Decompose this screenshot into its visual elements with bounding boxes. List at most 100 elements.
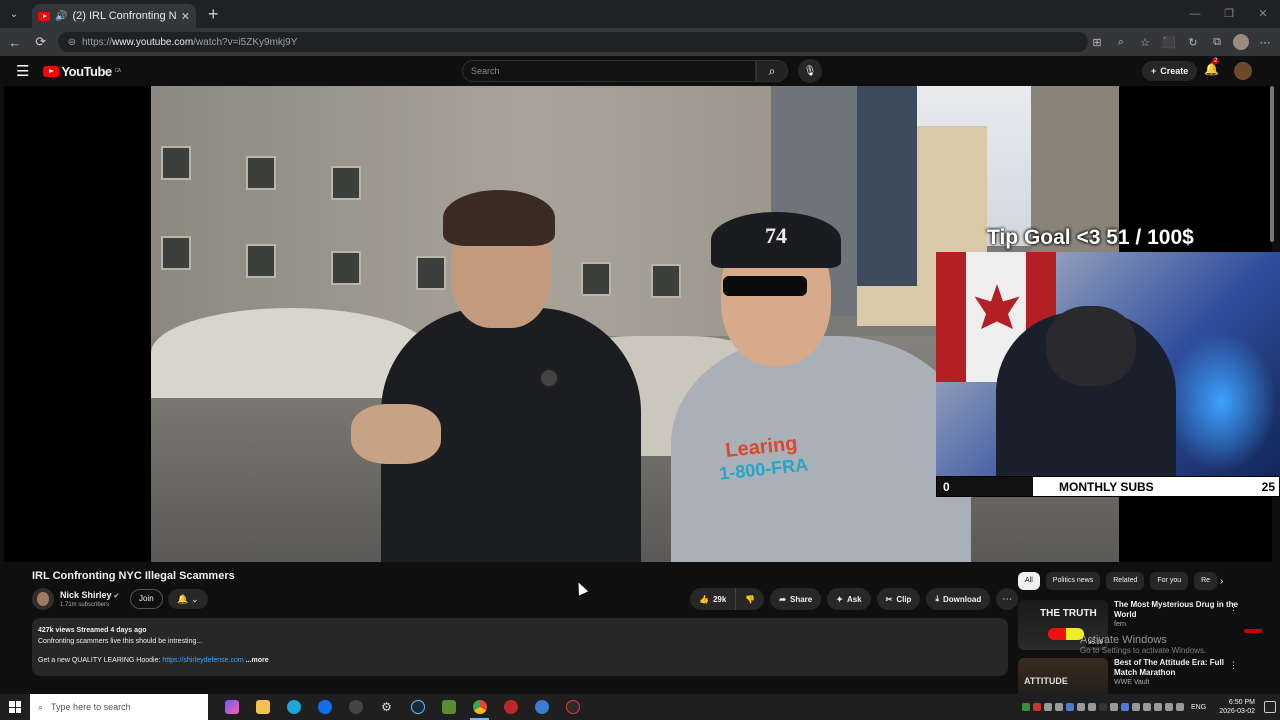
tray-icon[interactable]	[1143, 703, 1152, 711]
tray-icon[interactable]	[1132, 703, 1141, 711]
minimize-button[interactable]: —	[1178, 0, 1212, 28]
notification-center-icon[interactable]	[1264, 701, 1276, 713]
browser-menu-icon[interactable]: ⋯	[1256, 33, 1274, 51]
close-window-button[interactable]: ✕	[1246, 0, 1280, 28]
guide-menu-icon[interactable]: ☰	[16, 62, 29, 80]
address-toolbar: ← ⟳ ⊜ https://www.youtube.com/watch?v=i5…	[0, 28, 1280, 56]
media-app-icon[interactable]	[340, 694, 371, 720]
site-info-icon[interactable]: ⊜	[68, 37, 76, 48]
channel-name[interactable]: Nick Shirley ✔	[60, 590, 119, 600]
tray-icon[interactable]	[1066, 703, 1075, 711]
chip-for-you[interactable]: For you	[1150, 572, 1189, 590]
maple-leaf-icon	[974, 284, 1020, 329]
start-button[interactable]	[0, 701, 30, 713]
like-count: 29k	[712, 594, 727, 604]
chip-all[interactable]: All	[1018, 572, 1040, 590]
teamviewer-icon[interactable]	[309, 694, 340, 720]
search-icon: ⌕	[768, 63, 776, 78]
recommendation-title[interactable]: The Most Mysterious Drug in the World	[1114, 600, 1248, 620]
network-icon[interactable]	[1165, 703, 1174, 711]
app-blue-icon[interactable]	[526, 694, 557, 720]
windows-logo-icon	[9, 701, 21, 713]
tray-icon[interactable]	[1022, 703, 1031, 711]
settings-gear-icon[interactable]: ⚙	[371, 694, 402, 720]
tray-icon[interactable]	[1077, 703, 1086, 711]
tab-title: (2) IRL Confronting NYC Illegal Scammers	[72, 10, 176, 22]
file-explorer-icon[interactable]	[247, 694, 278, 720]
tray-icon[interactable]	[1088, 703, 1097, 711]
description-box[interactable]: 427k views Streamed 4 days ago Confronti…	[32, 618, 1008, 676]
microphone-icon: 🎙	[803, 65, 817, 77]
minecraft-icon[interactable]	[433, 694, 464, 720]
chip-politics-news[interactable]: Politics news	[1045, 572, 1101, 590]
description-link[interactable]: https://shirleydefense.com	[162, 657, 243, 664]
chip-related[interactable]: Related	[1106, 572, 1145, 590]
app-red-icon[interactable]	[495, 694, 526, 720]
dislike-button[interactable]: 👎	[735, 588, 764, 610]
extensions-puzzle-icon[interactable]: ⧉	[1208, 33, 1226, 51]
voice-search-button[interactable]: 🎙	[798, 59, 822, 83]
tab-close-icon[interactable]: ✕	[181, 10, 190, 23]
back-button[interactable]: ←	[4, 35, 26, 50]
download-button[interactable]: ⤓ Download	[926, 588, 991, 610]
app-available-icon[interactable]: ⊞	[1088, 33, 1106, 51]
extension-icon[interactable]: ⬛	[1160, 33, 1178, 51]
speaker-icon[interactable]: 🔊	[55, 11, 67, 22]
show-more-button[interactable]: ...more	[246, 657, 269, 664]
search-input[interactable]: Search	[462, 60, 756, 82]
volume-icon[interactable]	[1176, 703, 1185, 711]
more-options-icon[interactable]: ⋮	[1229, 602, 1238, 613]
language-indicator[interactable]: ENG	[1191, 704, 1206, 711]
tab-list-button[interactable]: ⌄	[4, 4, 24, 24]
steam-icon[interactable]	[402, 694, 433, 720]
create-button[interactable]: + Create	[1142, 61, 1198, 81]
chip-recently[interactable]: Re	[1194, 572, 1218, 590]
video-title: IRL Confronting NYC Illegal Scammers	[32, 570, 235, 582]
tray-icon[interactable]	[1154, 703, 1163, 711]
edge-browser-icon[interactable]	[278, 694, 309, 720]
account-avatar[interactable]	[1234, 62, 1252, 80]
search-button[interactable]: ⌕	[756, 60, 788, 82]
ask-button[interactable]: ✦ Ask	[827, 588, 871, 610]
share-icon: ➦	[779, 594, 786, 604]
channel-avatar[interactable]	[32, 588, 54, 610]
tray-icon[interactable]	[1055, 703, 1064, 711]
subs-label: MONTHLY SUBS	[1059, 479, 1154, 494]
tray-icon[interactable]	[1121, 703, 1130, 711]
refresh-extension-icon[interactable]: ↻	[1184, 33, 1202, 51]
chevron-right-icon[interactable]: ›	[1220, 576, 1223, 587]
notifications-button[interactable]: 🔔 2	[1204, 58, 1220, 76]
more-actions-button[interactable]: ⋯	[996, 588, 1019, 610]
recommendation-channel[interactable]: fern	[1114, 620, 1248, 630]
obs-icon[interactable]	[557, 694, 588, 720]
youtube-logo[interactable]: YouTube CA	[43, 64, 121, 79]
maximize-button[interactable]: ❐	[1212, 0, 1246, 28]
toolbar-icons: ⊞ ⌕ ☆ ⬛ ↻ ⧉ ⋯	[1088, 33, 1274, 51]
subscription-bell-button[interactable]: 🔔 ⌄	[168, 589, 208, 609]
more-options-icon[interactable]: ⋮	[1229, 660, 1238, 671]
tray-icon[interactable]	[1099, 703, 1108, 711]
clip-button[interactable]: ✂ Clip	[876, 588, 921, 610]
copilot-app-icon[interactable]	[216, 694, 247, 720]
recommendation-channel[interactable]: WWE Vault	[1114, 678, 1248, 688]
browser-tab-active[interactable]: 🔊 (2) IRL Confronting NYC Illegal Scamme…	[32, 4, 196, 28]
system-clock[interactable]: 6:50 PM 2026-03-02	[1219, 698, 1255, 716]
profile-avatar[interactable]	[1232, 33, 1250, 51]
chrome-icon[interactable]	[464, 694, 495, 720]
monthly-subs-bar: 0 MONTHLY SUBS 25	[936, 476, 1280, 497]
tray-icon[interactable]	[1110, 703, 1119, 711]
description-line-2: Get a new QUALITY LEARING Hoodie: https:…	[38, 657, 269, 664]
like-button[interactable]: 👍 29k	[690, 588, 735, 610]
reload-button[interactable]: ⟳	[30, 34, 52, 50]
share-button[interactable]: ➦ Share	[770, 588, 822, 610]
join-button[interactable]: Join	[130, 589, 163, 609]
recommendation-title[interactable]: Best of The Attitude Era: Full Match Mar…	[1114, 658, 1248, 678]
tray-icon[interactable]	[1033, 703, 1042, 711]
zoom-icon[interactable]: ⌕	[1112, 33, 1130, 51]
favorite-star-icon[interactable]: ☆	[1136, 33, 1154, 51]
new-tab-button[interactable]: +	[208, 5, 219, 23]
taskbar-search[interactable]: ⌕ Type here to search	[30, 694, 208, 720]
url-bar[interactable]: ⊜ https://www.youtube.com/watch?v=i5ZKy9…	[57, 32, 1088, 52]
page-scrollbar[interactable]	[1270, 86, 1276, 692]
tray-icon[interactable]	[1044, 703, 1053, 711]
